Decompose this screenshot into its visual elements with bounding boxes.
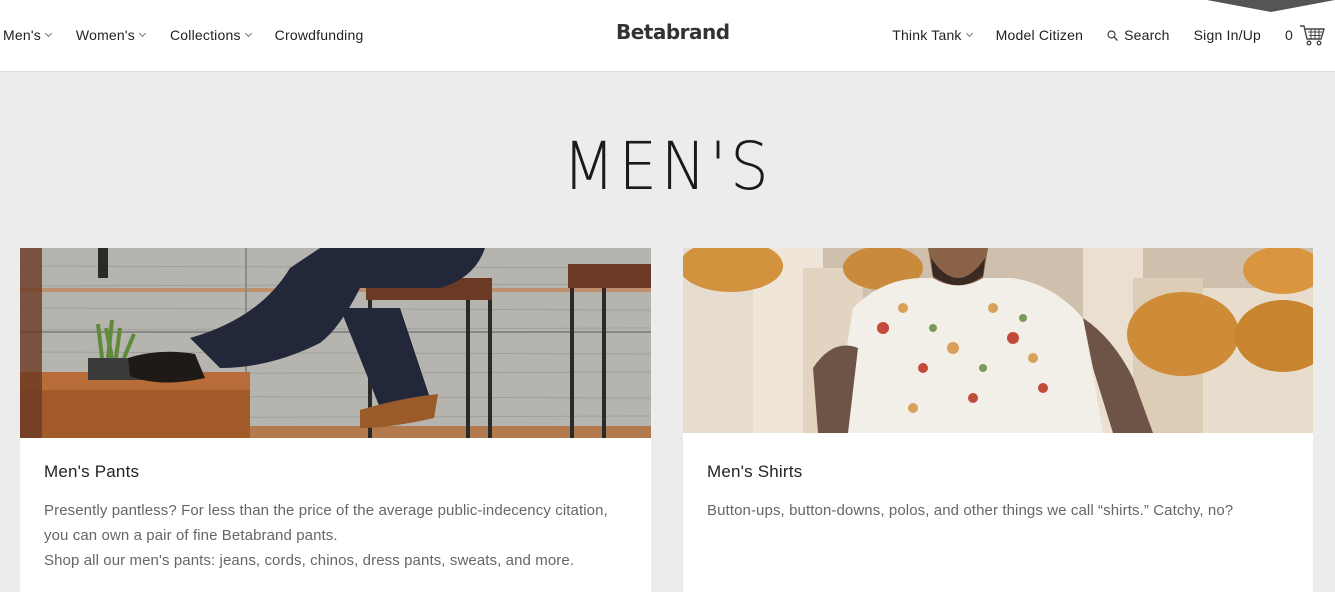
category-card-mens-shirts[interactable]: Men's Shirts Button-ups, button-downs, p…	[683, 248, 1313, 592]
cart-count: 0	[1285, 27, 1293, 43]
nav-collections-label: Collections	[169, 27, 241, 43]
nav-collections[interactable]: Collections	[169, 27, 252, 43]
sign-in-label: Sign In/Up	[1193, 27, 1261, 43]
chevron-down-icon	[244, 29, 252, 38]
cart-icon	[1299, 23, 1325, 47]
top-navigation-bar: Men's Women's Collections Crowdfunding B…	[0, 0, 1335, 72]
dropdown-indicator-arrow	[1207, 0, 1335, 12]
card-description: Presently pantless? For less than the pr…	[44, 498, 634, 573]
cart-button[interactable]: 0	[1285, 23, 1325, 47]
nav-crowdfunding[interactable]: Crowdfunding	[275, 27, 364, 43]
nav-think-tank-label: Think Tank	[892, 27, 962, 43]
sign-in-link[interactable]: Sign In/Up	[1194, 27, 1261, 43]
search-button[interactable]: Search	[1107, 27, 1170, 43]
card-description-line: Presently pantless? For less than the pr…	[44, 502, 608, 544]
primary-nav: Men's Women's Collections Crowdfunding	[0, 0, 363, 70]
chevron-down-icon	[138, 29, 147, 38]
nav-mens-label: Men's	[3, 27, 41, 43]
nav-womens[interactable]: Women's	[75, 27, 147, 43]
nav-model-citizen-label: Model Citizen	[995, 27, 1084, 43]
card-description-line: Shop all our men's pants: jeans, cords, …	[44, 552, 575, 569]
search-label: Search	[1124, 27, 1170, 43]
nav-think-tank[interactable]: Think Tank	[892, 27, 973, 43]
chevron-down-icon	[965, 29, 973, 38]
site-logo[interactable]: Betabrand	[616, 20, 730, 44]
card-description: Button-ups, button-downs, polos, and oth…	[707, 498, 1297, 523]
card-title[interactable]: Men's Pants	[44, 462, 139, 482]
chevron-down-icon	[44, 29, 52, 38]
mens-shirts-image[interactable]	[683, 248, 1313, 433]
search-icon	[1107, 29, 1119, 41]
nav-womens-label: Women's	[75, 27, 135, 43]
nav-crowdfunding-label: Crowdfunding	[274, 27, 364, 43]
page-title: MEN'S	[562, 128, 773, 205]
category-card-mens-pants[interactable]: Men's Pants Presently pantless? For less…	[20, 248, 651, 592]
card-description-line: Button-ups, button-downs, polos, and oth…	[707, 502, 1234, 519]
card-title[interactable]: Men's Shirts	[707, 462, 802, 482]
mens-pants-image[interactable]	[20, 248, 651, 438]
nav-model-citizen[interactable]: Model Citizen	[996, 27, 1083, 43]
nav-mens[interactable]: Men's	[3, 27, 52, 43]
